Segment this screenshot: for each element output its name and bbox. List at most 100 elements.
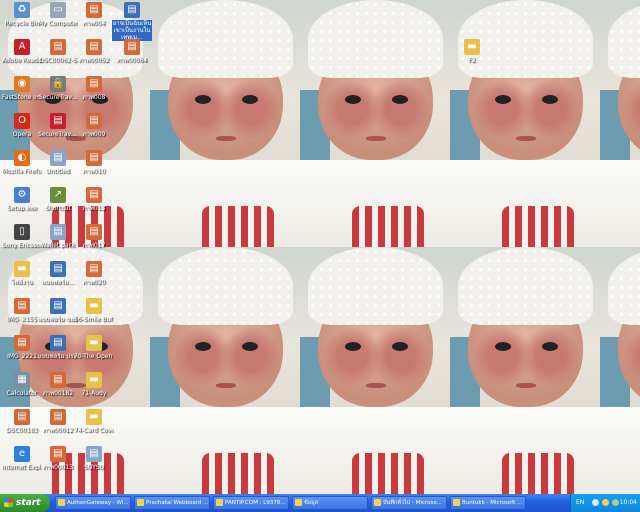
- desktop-icon-label: FastStone Image Viewer: [2, 94, 42, 101]
- opera-icon: O: [14, 113, 30, 129]
- desktop-icon[interactable]: ▦ Calculator: [2, 372, 42, 408]
- image-file-icon: ▤: [86, 187, 102, 203]
- desktop-icon-label: Internet Explorer: [2, 464, 42, 471]
- desktop-icon[interactable]: ↗ Shortcut: [38, 187, 78, 223]
- language-indicator[interactable]: EN: [576, 494, 584, 512]
- desktop-icon[interactable]: ⚙ Setup.exe: [2, 187, 42, 223]
- firefox-icon: ◐: [14, 150, 30, 166]
- desktop-icon-label: IMG_2221: [7, 353, 37, 360]
- desktop-icon[interactable]: ▤ ภาพ00064: [112, 39, 152, 75]
- desktop-icon[interactable]: ▤ ภาพ008: [74, 76, 114, 112]
- desktop-icon[interactable]: ♻ Recycle Bin: [2, 2, 42, 38]
- desktop-icon[interactable]: ▤ ภาพ004: [74, 2, 114, 38]
- start-label: start: [16, 498, 41, 508]
- desktop-icon[interactable]: ▤ ภาพ013: [74, 187, 114, 223]
- desktop-icon-label: Untitled: [46, 168, 70, 175]
- system-tray: EN 10:04: [570, 494, 640, 512]
- desktop-icon-label: My Computer: [38, 20, 78, 27]
- desktop-icon[interactable]: 🔒 SecureTrav...: [38, 76, 78, 112]
- image-file-icon: ▤: [86, 261, 102, 277]
- folder-icon: ▬: [86, 335, 102, 351]
- windows-logo-icon: [4, 498, 13, 507]
- desktop-icon[interactable]: ▯ Sony Ericsson PC Suite: [2, 224, 42, 260]
- wallpaper-tile: [450, 0, 600, 247]
- desktop-icon-label: ภาพ013: [82, 205, 106, 212]
- desktop-icon[interactable]: ▤ ภาพ009: [74, 113, 114, 149]
- desktop-icon[interactable]: ▤ IMG_2155: [2, 298, 42, 334]
- window-icon: [137, 499, 144, 506]
- desktop-icon-label: DSC00062-S: [39, 57, 77, 64]
- desktop-icon[interactable]: ▤ ภาพ00013: [38, 446, 78, 482]
- taskbar-button[interactable]: AuthenGateway - Wi...: [55, 496, 131, 510]
- image-file-icon: ▤: [86, 2, 102, 18]
- wallpaper-tile: [600, 247, 640, 494]
- wallpaper-tile: [150, 247, 300, 494]
- window-icon: [216, 499, 223, 506]
- window-icon: [58, 499, 65, 506]
- document-icon: ▤: [124, 2, 140, 18]
- desktop-icon[interactable]: A Adobe Reader: [2, 39, 42, 75]
- desktop-icon-label: IMG_2155: [7, 316, 37, 323]
- desktop-icon[interactable]: ▤ ภาพ020: [74, 261, 114, 297]
- folder-icon: ▬: [86, 298, 102, 314]
- desktop-icon[interactable]: ▤ Untitled: [38, 150, 78, 186]
- desktop-icon[interactable]: ▤ DSC00183: [2, 409, 42, 445]
- tray-icon[interactable]: [592, 499, 599, 506]
- taskbar-button[interactable]: Buntukk - Microsoft ...: [450, 496, 526, 510]
- desktop-icon[interactable]: ▬ 56-Smile Buffalo: [74, 298, 114, 334]
- desktop-icon-label: 56-Smile Buffalo: [74, 316, 114, 323]
- start-button[interactable]: start: [0, 494, 50, 512]
- taskbar-button-label: Buntukk - Microsoft ...: [462, 500, 523, 506]
- taskbar-button[interactable]: Prachatai Webboard ...: [134, 496, 210, 510]
- desktop-icon[interactable]: ▤ Wallet pack: [38, 224, 78, 260]
- desktop-icon[interactable]: ▬ 71-Audy: [74, 372, 114, 408]
- wallpaper-tile: [300, 247, 450, 494]
- desktop-icon[interactable]: ▭ My Computer: [38, 2, 78, 38]
- desktop-icon-label: Adobe Reader: [2, 57, 42, 64]
- desktop-icon-label: ภาพ00013: [42, 464, 74, 471]
- tray-icon[interactable]: [602, 499, 609, 506]
- taskbar-button[interactable]: บันทึกทั่วไป - Microso...: [371, 496, 447, 510]
- desktop-icon-label: Mozilla Firefox: [2, 168, 42, 175]
- desktop-icon[interactable]: ▤ ภาพ00012: [38, 409, 78, 445]
- desktop-icon[interactable]: ▤ DSC00062-S: [38, 39, 78, 75]
- desktop-icon[interactable]: ◉ FastStone Image Viewer: [2, 76, 42, 112]
- desktop-icon[interactable]: ▤ IMG_2221: [2, 335, 42, 371]
- desktop-icon[interactable]: ▤ SOYSU: [74, 446, 114, 482]
- desktop-icon[interactable]: O Opera: [2, 113, 42, 149]
- desktop-icon-label: Shortcut: [45, 205, 71, 212]
- desktop-icon-label: ภาพ017: [82, 242, 106, 249]
- desktop-icon[interactable]: ▤ ภาพ00052: [74, 39, 114, 75]
- desktop-icon[interactable]: ▤ ภาพ010: [74, 150, 114, 186]
- desktop-icon[interactable]: ▤ แบบฟอร์ม...: [38, 261, 78, 297]
- desktop-icon[interactable]: ▬ 70-The Open Project: [74, 335, 114, 371]
- desktop-icon[interactable]: ▬ ไฟล์งาน: [2, 261, 42, 297]
- desktop-icon[interactable]: e Internet Explorer: [2, 446, 42, 482]
- pdf-icon: ▤: [50, 113, 66, 129]
- desktop-icon[interactable]: ◐ Mozilla Firefox: [2, 150, 42, 186]
- window-icon: [374, 499, 381, 506]
- desktop-icon[interactable]: ▤ แบบฟอร์ม ขออนุมัติ: [38, 298, 78, 334]
- desktop-icon-label: ภาพ020: [82, 279, 106, 286]
- desktop-icon-label: ภาพ00064: [116, 57, 148, 64]
- desktop-icon[interactable]: ▤ แบบฟอร์ม ประเมินผล: [38, 335, 78, 371]
- desktop-icon[interactable]: ▬ F2: [452, 39, 492, 75]
- shortcut-icon: ↗: [50, 187, 66, 203]
- desktop-icon[interactable]: ▤ SecureTrav... User's Manual: [38, 113, 78, 149]
- desktop[interactable]: ♻ Recycle Bin ▭ My Computer ▤ ภาพ004 ▤ อาจเป็นฉ…: [0, 0, 640, 494]
- desktop-icon[interactable]: ▬ 74-Card Cover: [74, 409, 114, 445]
- taskbar-button[interactable]: PANTIP.COM : L9378...: [213, 496, 289, 510]
- desktop-icon[interactable]: ▤ ภาพ00182: [38, 372, 78, 408]
- wallpaper-tile: [300, 0, 450, 247]
- image-file-icon: ▤: [86, 76, 102, 92]
- desktop-icon-label: ภาพ010: [82, 168, 106, 175]
- window-icon: [295, 499, 302, 506]
- tray-icon[interactable]: [612, 499, 619, 506]
- image-file-icon: ▤: [86, 113, 102, 129]
- desktop-icon[interactable]: ▤ อาจเป็นฉันเห็นเขาเป็นงานในเทพเม...: [112, 2, 152, 41]
- taskbar-button[interactable]: ข้อมูล: [292, 496, 368, 510]
- text-file-icon: ▤: [50, 150, 66, 166]
- desktop-icon[interactable]: ▤ ภาพ017: [74, 224, 114, 260]
- image-file-icon: ▤: [14, 335, 30, 351]
- desktop-icon-label: Wallet pack: [40, 242, 76, 249]
